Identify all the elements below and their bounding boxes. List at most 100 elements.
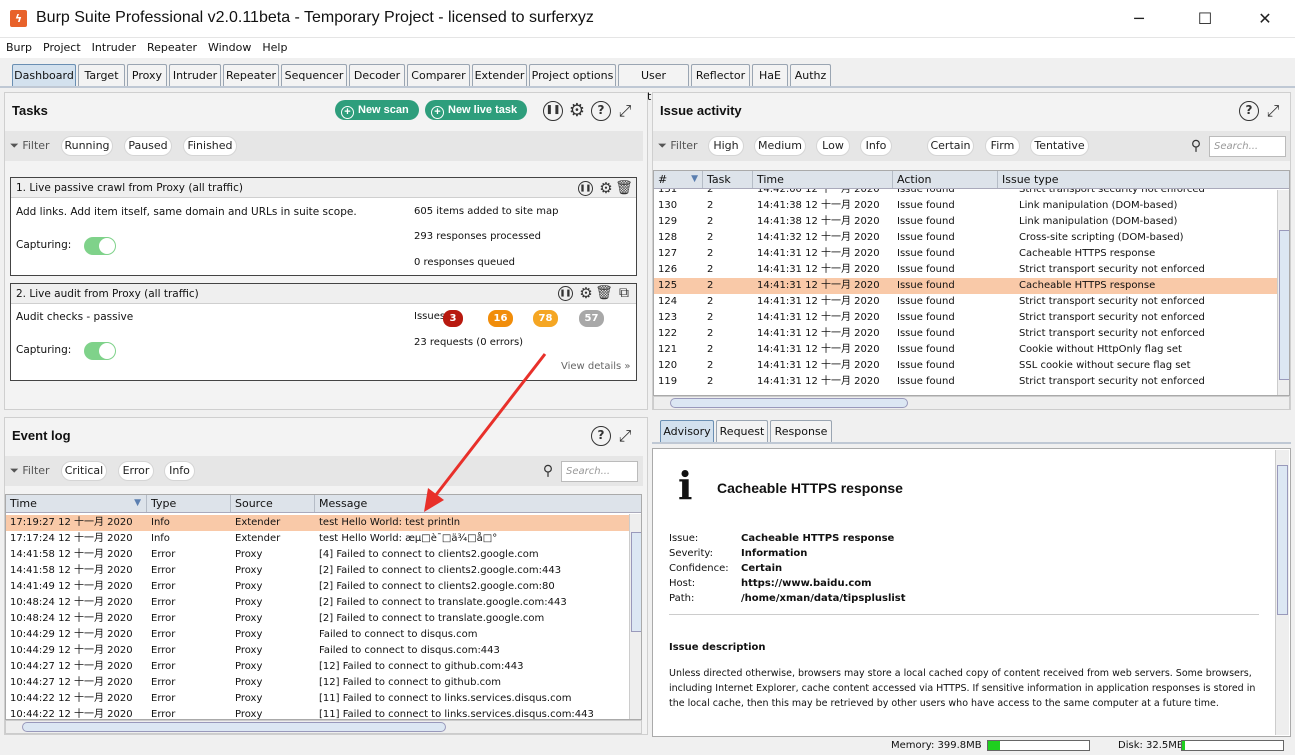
trash-icon[interactable]: 🗑 [594, 283, 614, 303]
filter-info[interactable]: Info [164, 461, 195, 481]
table-row[interactable]: 10:44:29 12 十一月 2020 Error Proxy Failed to … [6, 643, 629, 659]
table-row[interactable]: 127214:41:31 12 十一月 2020Issue foundiCach… [654, 246, 1277, 262]
pause-icon[interactable]: ❚❚ [558, 286, 573, 301]
col-time[interactable]: Time ▼ [6, 495, 147, 512]
trash-icon[interactable]: 🗑 [614, 178, 634, 198]
menu-burp[interactable]: Burp [0, 38, 37, 58]
table-row[interactable]: 10:44:27 12 十一月 2020 Error Proxy [12] Faile… [6, 675, 629, 691]
col-task[interactable]: Task [703, 171, 753, 188]
table-row[interactable]: 124214:41:31 12 十一月 2020Issue found!Stri… [654, 294, 1277, 310]
table-row[interactable]: 10:44:22 12 十一月 2020 Error Proxy [11] Faile… [6, 707, 629, 719]
scroll-thumb[interactable] [22, 722, 446, 732]
issue-search-input[interactable]: Search... [1209, 136, 1286, 157]
event-scrollbar[interactable] [629, 514, 641, 719]
col-source[interactable]: Source [231, 495, 315, 512]
col-id[interactable]: # ▼ [654, 171, 703, 188]
tab-repeater[interactable]: Repeater [223, 64, 279, 86]
filter-high[interactable]: High [708, 136, 744, 156]
event-hscrollbar[interactable] [5, 720, 642, 734]
filter-low[interactable]: Low [816, 136, 850, 156]
filter-certain[interactable]: Certain [927, 136, 974, 156]
help-icon[interactable]: ? [591, 426, 611, 446]
tab-proxy[interactable]: Proxy [127, 64, 167, 86]
table-row[interactable]: 10:48:24 12 十一月 2020 Error Proxy [2] Failed… [6, 595, 629, 611]
tab-extender[interactable]: Extender [472, 64, 527, 86]
table-row[interactable]: 120214:41:31 12 十一月 2020Issue foundiSSL … [654, 358, 1277, 374]
tab-hae[interactable]: HaE [752, 64, 788, 86]
tab-decoder[interactable]: Decoder [349, 64, 405, 86]
tab-comparer[interactable]: Comparer [407, 64, 470, 86]
new-live-task-button[interactable]: + New live task [425, 100, 528, 120]
tab-project-options[interactable]: Project options [529, 64, 616, 86]
scroll-thumb[interactable] [1279, 230, 1289, 380]
col-action[interactable]: Action [893, 171, 998, 188]
view-details-link[interactable]: View details » [561, 361, 631, 372]
table-row[interactable]: 10:44:27 12 十一月 2020 Error Proxy [12] Faile… [6, 659, 629, 675]
scroll-thumb[interactable] [1277, 465, 1288, 615]
issues-low-count[interactable]: 78 [533, 310, 558, 327]
issues-high-count[interactable]: 3 [443, 310, 463, 327]
pause-icon[interactable]: ❚❚ [543, 101, 563, 121]
table-row[interactable]: 10:48:24 12 十一月 2020 Error Proxy [2] Failed… [6, 611, 629, 627]
issues-info-count[interactable]: 57 [579, 310, 604, 327]
menu-help[interactable]: Help [256, 38, 292, 58]
gear-icon[interactable]: ⚙ [567, 101, 587, 121]
expand-icon[interactable]: ⤢ [615, 101, 635, 121]
filter-firm[interactable]: Firm [985, 136, 1020, 156]
tab-sequencer[interactable]: Sequencer [281, 64, 347, 86]
table-row[interactable]: 121214:41:31 12 十一月 2020Issue foundiCook… [654, 342, 1277, 358]
pause-icon[interactable]: ❚❚ [578, 181, 593, 196]
tab-response[interactable]: Response [770, 420, 832, 442]
task-card-1[interactable]: 1. Live passive crawl from Proxy (all tr… [10, 177, 637, 276]
table-row[interactable]: 125214:41:31 12 十一月 2020Issue foundiCach… [654, 278, 1277, 294]
help-icon[interactable]: ? [1239, 101, 1259, 121]
table-row[interactable]: 119214:41:31 12 十一月 2020Issue found!Stri… [654, 374, 1277, 390]
new-scan-button[interactable]: + New scan [335, 100, 419, 120]
advisory-scrollbar[interactable] [1275, 450, 1289, 735]
gear-icon[interactable]: ⚙ [596, 178, 616, 198]
tab-authz[interactable]: Authz [790, 64, 831, 86]
table-row[interactable]: 122214:41:31 12 十一月 2020Issue found!Stri… [654, 326, 1277, 342]
menu-project[interactable]: Project [37, 38, 86, 58]
table-row[interactable]: 10:44:29 12 十一月 2020 Error Proxy Failed to … [6, 627, 629, 643]
tab-advisory[interactable]: Advisory [660, 420, 714, 442]
table-row[interactable]: 128214:41:32 12 十一月 2020Issue found!Cros… [654, 230, 1277, 246]
table-row[interactable]: 14:41:58 12 十一月 2020 Error Proxy [2] Failed… [6, 563, 629, 579]
table-row[interactable]: 131214:42:00 12 十一月 2020Issue found!Stri… [654, 189, 1277, 198]
issue-hscrollbar[interactable] [653, 396, 1290, 410]
close-button[interactable]: ✕ [1243, 4, 1287, 34]
tab-request[interactable]: Request [716, 420, 768, 442]
event-search-input[interactable]: Search... [561, 461, 638, 482]
scroll-thumb[interactable] [670, 398, 908, 408]
tab-user-options[interactable]: User options [618, 64, 689, 103]
filter-medium[interactable]: Medium [754, 136, 806, 156]
issue-scrollbar[interactable] [1277, 190, 1289, 395]
filter-tentative[interactable]: Tentative [1030, 136, 1089, 156]
table-row[interactable]: 10:44:22 12 十一月 2020 Error Proxy [11] Faile… [6, 691, 629, 707]
table-row[interactable]: 130214:41:38 12 十一月 2020Issue found!Link… [654, 198, 1277, 214]
tab-reflector[interactable]: Reflector [691, 64, 750, 86]
table-row[interactable]: 17:17:24 12 十一月 2020 Info Extender test Hel… [6, 531, 629, 547]
col-time[interactable]: Time [753, 171, 893, 188]
gear-icon[interactable]: ⚙ [576, 283, 596, 303]
table-row[interactable]: 123214:41:31 12 十一月 2020Issue found!Stri… [654, 310, 1277, 326]
col-type[interactable]: Type [147, 495, 231, 512]
tab-intruder[interactable]: Intruder [169, 64, 221, 86]
tab-dashboard[interactable]: Dashboard [12, 64, 76, 86]
filter-paused[interactable]: Paused [124, 136, 172, 156]
table-row[interactable]: 129214:41:38 12 十一月 2020Issue found!Link… [654, 214, 1277, 230]
menu-intruder[interactable]: Intruder [86, 38, 141, 58]
scroll-thumb[interactable] [631, 532, 641, 632]
table-row[interactable]: 126214:41:31 12 十一月 2020Issue found!Stri… [654, 262, 1277, 278]
filter-critical[interactable]: Critical [61, 461, 107, 481]
issues-medium-count[interactable]: 16 [488, 310, 513, 327]
col-issue-type[interactable]: Issue type [998, 171, 1289, 188]
menu-repeater[interactable]: Repeater [141, 38, 202, 58]
menu-window[interactable]: Window [202, 38, 256, 58]
tab-target[interactable]: Target [78, 64, 125, 86]
table-row[interactable]: 14:41:49 12 十一月 2020 Error Proxy [2] Failed… [6, 579, 629, 595]
help-icon[interactable]: ? [591, 101, 611, 121]
expand-icon[interactable]: ⤢ [1263, 101, 1283, 121]
filter-error[interactable]: Error [118, 461, 154, 481]
filter-finished[interactable]: Finished [183, 136, 237, 156]
